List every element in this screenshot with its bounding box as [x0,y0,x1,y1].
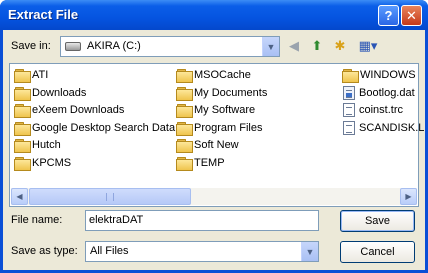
list-item[interactable]: My Documents [176,85,267,101]
folder-icon [14,139,31,153]
scroll-right-icon[interactable]: ▶ [400,188,417,205]
list-item-label: Downloads [32,86,87,99]
list-item-label: My Software [194,104,256,116]
help-button[interactable]: ? [378,5,399,26]
list-item-label: MSOCache [194,69,251,81]
save-as-type-dropdown[interactable]: All Files ▼ [85,241,319,262]
list-item[interactable]: Google Desktop Search Data [14,120,175,136]
list-item-label: Soft New [194,139,239,151]
list-item-label: SCANDISK.L [359,121,425,134]
list-item-label: coinst.trc [359,104,404,116]
list-item-label: Google Desktop Search Data [32,121,176,134]
folder-icon [176,139,193,153]
folder-icon [14,104,31,118]
extract-file-dialog: Extract File ? ✕ Save in: AKIRA (C:) ▼ ◀… [0,0,428,273]
list-item-label: My Documents [194,86,268,99]
file-list[interactable]: ATI Downloads eXeem Downloads Google Deskto… [9,63,424,207]
title-bar[interactable]: Extract File ? ✕ [0,0,428,30]
save-as-type-value: All Files [90,245,129,257]
folder-icon [14,156,31,171]
save-in-dropdown[interactable]: AKIRA (C:) ▼ [60,36,280,57]
list-item[interactable]: eXeem Downloads [14,102,124,118]
views-menu-icon[interactable]: ▦▾ [355,36,381,56]
list-item[interactable]: My Software [176,102,255,118]
folder-icon [342,69,359,83]
list-item-label: Bootlog.dat [359,86,415,99]
folder-icon [176,86,193,101]
file-name-value: elektraDAT [89,214,144,226]
list-item-label: KPCMS [32,156,72,169]
list-item[interactable]: Bootlog.dat [342,85,415,101]
list-item[interactable]: SCANDISK.L [342,120,424,136]
list-item[interactable]: TEMP [176,155,225,171]
list-item-label: TEMP [194,156,225,169]
folder-icon [176,156,193,171]
close-button[interactable]: ✕ [401,5,422,26]
list-item-label: ATI [32,69,49,81]
folder-icon [176,104,193,118]
folder-icon [176,69,193,83]
list-item-label: Hutch [32,139,61,151]
chevron-down-icon[interactable]: ▼ [301,242,318,261]
horizontal-scrollbar[interactable]: ◀ ▶ [11,188,417,205]
folder-icon [14,69,31,83]
file-icon [343,103,355,117]
save-button[interactable]: Save [340,210,415,232]
dialog-title: Extract File [8,7,79,22]
cancel-button[interactable]: Cancel [340,241,415,263]
new-folder-icon[interactable]: ✱ [330,36,350,56]
dialog-body: Save in: AKIRA (C:) ▼ ◀ ⬆ ✱ ▦▾ ATI Downlo… [3,30,425,270]
save-in-value: AKIRA (C:) [87,40,141,52]
list-item-label: eXeem Downloads [32,104,125,116]
list-item[interactable]: Program Files [176,120,262,136]
list-item[interactable]: Hutch [14,137,61,153]
file-name-label: File name: [11,214,63,226]
list-item[interactable]: WINDOWS [342,67,416,83]
chevron-down-icon[interactable]: ▼ [262,37,279,56]
list-item-label: Program Files [194,121,263,134]
drive-icon [65,42,81,51]
file-icon [343,85,355,100]
file-name-input[interactable]: elektraDAT [85,210,319,231]
list-item[interactable]: coinst.trc [342,102,403,118]
scroll-thumb[interactable] [29,188,191,205]
file-icon [343,120,355,135]
save-in-label: Save in: [11,40,51,52]
list-item[interactable]: Downloads [14,85,86,101]
list-item-label: WINDOWS [360,69,416,81]
list-item[interactable]: ATI [14,67,48,83]
list-item[interactable]: KPCMS [14,155,71,171]
up-folder-icon[interactable]: ⬆ [307,36,327,56]
folder-icon [176,121,193,136]
folder-icon [14,121,31,136]
save-as-type-label: Save as type: [11,245,78,257]
list-item[interactable]: Soft New [176,137,239,153]
back-icon[interactable]: ◀ [284,36,304,56]
scroll-left-icon[interactable]: ◀ [11,188,28,205]
list-item[interactable]: MSOCache [176,67,251,83]
folder-icon [14,86,31,101]
